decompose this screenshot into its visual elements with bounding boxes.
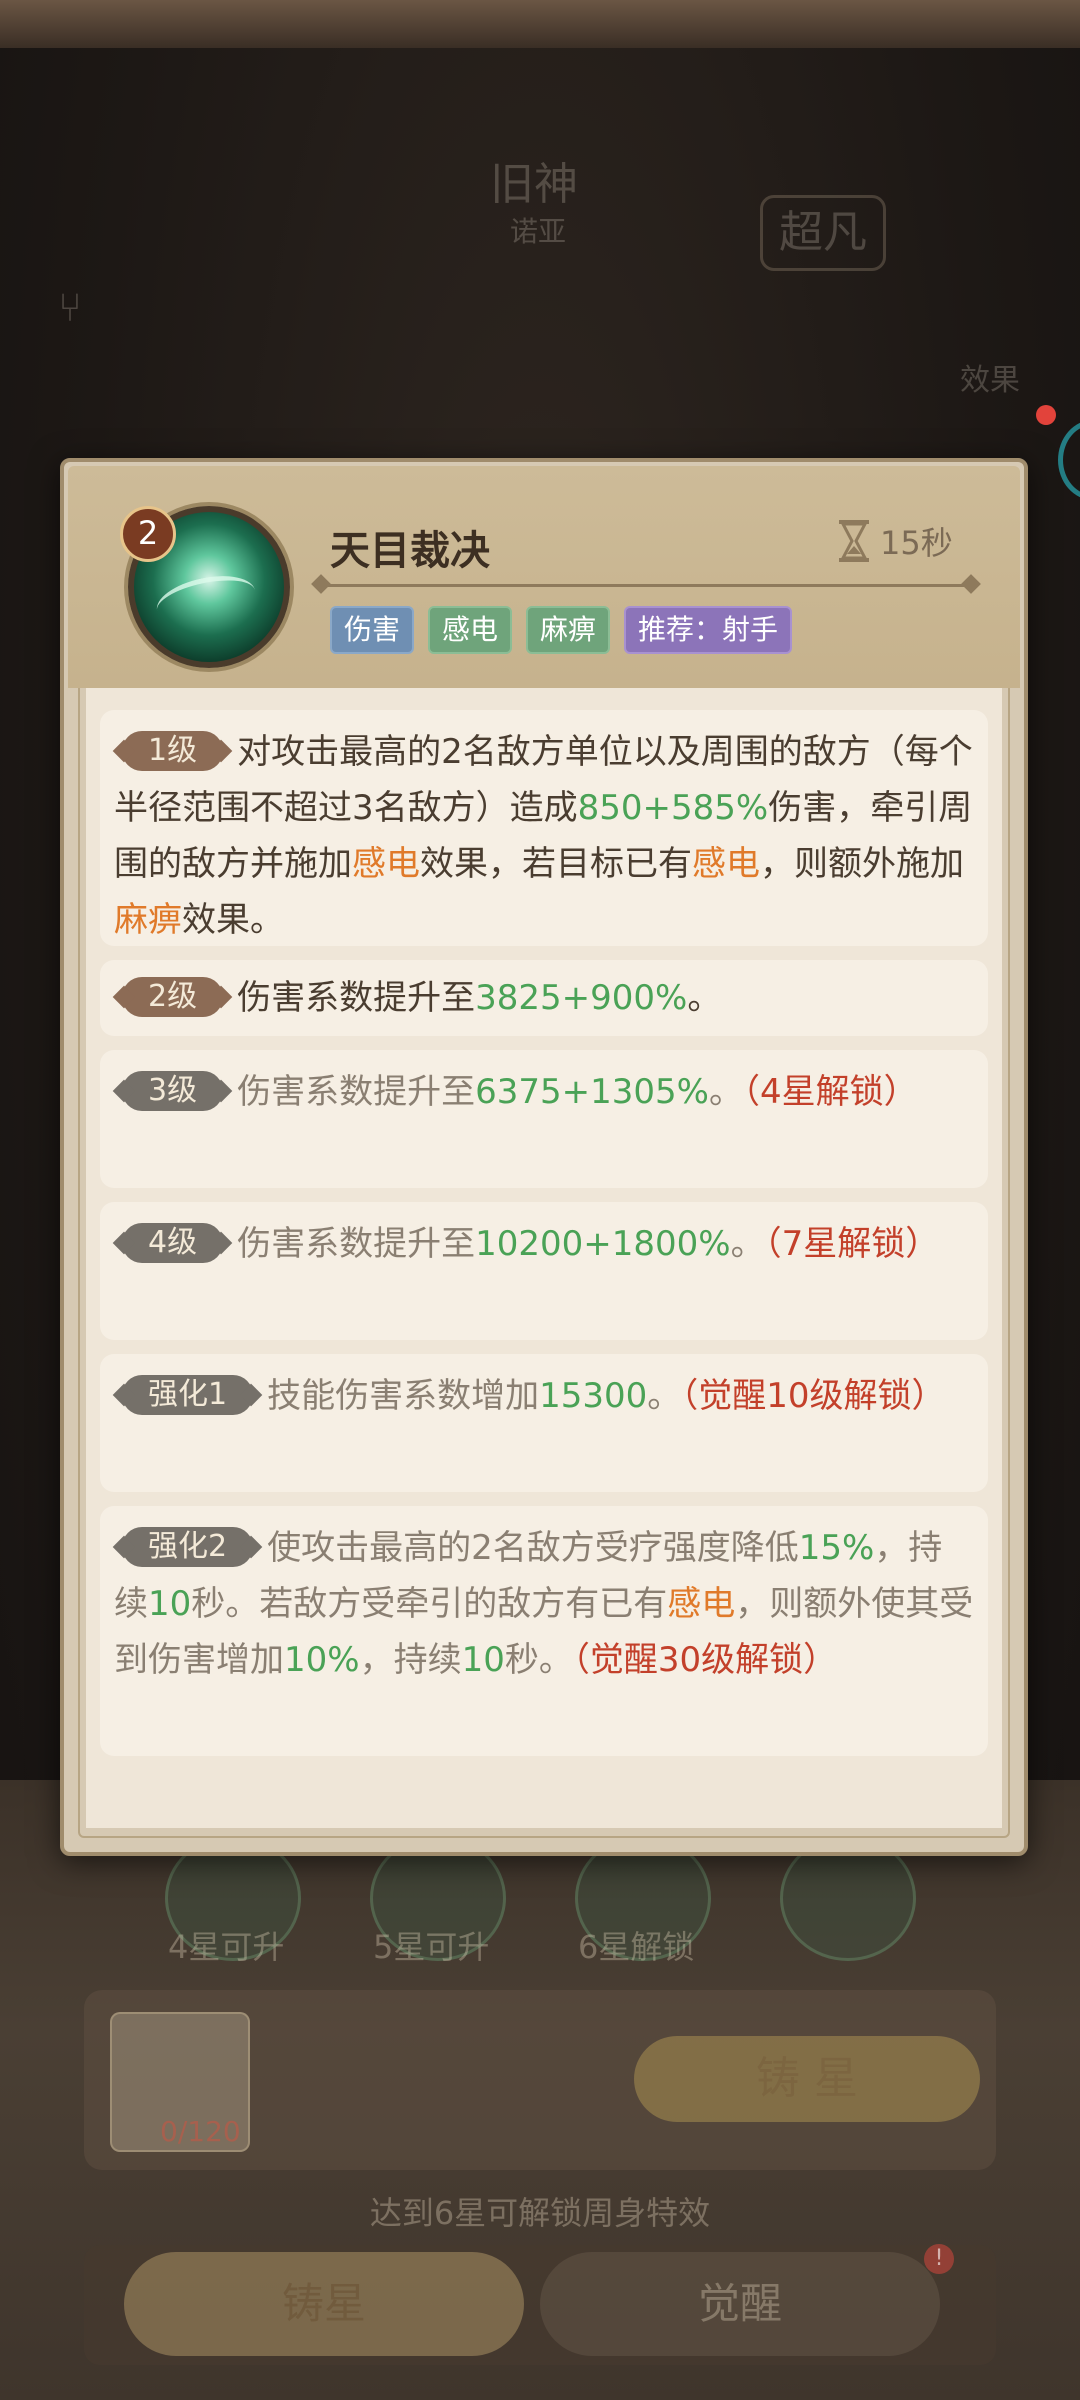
keyword-paralyze: 麻痹 [114, 900, 182, 940]
level-entry-2: 2级 伤害系数提升至3825+900%。 [100, 960, 988, 1036]
awaken-alert-badge: ! [924, 2244, 954, 2274]
notification-dot [1036, 405, 1056, 425]
unlock-condition: （7星解锁） [764, 1224, 940, 1264]
title-divider [324, 584, 976, 587]
level-pill: 2级 [122, 976, 224, 1017]
enhance-entry-2: 强化2 使攻击最高的2名敌方受疗强度降低15%，持续10秒。若敌方受牵引的敌方有已… [100, 1506, 988, 1756]
level-entry-1-text: 1级 对攻击最高的2名敌方单位以及周围的敌方（每个半径范围不超过3名敌方）造成85… [114, 730, 973, 940]
unlock-condition: （觉醒30级解锁） [572, 1640, 838, 1680]
divider-ornament-left [311, 574, 331, 594]
level-entry-2-text: 2级 伤害系数提升至3825+900%。 [114, 970, 974, 1026]
tab-awaken[interactable]: 觉醒 [540, 2252, 940, 2356]
level-entry-1: 1级 对攻击最高的2名敌方单位以及周围的敌方（每个半径范围不超过3名敌方）造成85… [100, 710, 988, 946]
cooldown: 15秒 [836, 518, 953, 564]
enhance-entry-1-text: 强化1 技能伤害系数增加15300。（觉醒10级解锁） [114, 1368, 974, 1424]
level-entry-3: 3级 伤害系数提升至6375+1305%。（4星解锁） [100, 1050, 988, 1188]
skill-tags: 伤害 感电 麻痹 推荐：射手 [330, 606, 793, 654]
level-pill: 3级 [122, 1070, 224, 1111]
hero-title: 旧神 [490, 159, 578, 210]
keyword-shock: 感电 [667, 1584, 736, 1624]
skill-slot-2-label: 5星可升 [373, 1928, 490, 1966]
level-entry-3-text: 3级 伤害系数提升至6375+1305%。（4星解锁） [114, 1064, 974, 1120]
tab-forge-star[interactable]: 铸星 [124, 2252, 524, 2356]
skill-name: 天目裁决 [330, 527, 490, 574]
enhance-entry-2-text: 强化2 使攻击最高的2名敌方受疗强度降低15%，持续10秒。若敌方受牵引的敌方有已… [114, 1526, 974, 1680]
hero-rarity-stamp: 超凡 [760, 195, 886, 271]
tag-paralyze: 麻痹 [526, 606, 611, 654]
enhance-pill: 强化2 [122, 1526, 254, 1567]
top-banner [0, 0, 1080, 48]
level-entry-4: 4级 伤害系数提升至10200+1800%。（7星解锁） [100, 1202, 988, 1340]
enhance-pill: 强化1 [122, 1374, 254, 1415]
hourglass-icon [839, 520, 869, 562]
fragment-count: 0/120 [160, 2115, 241, 2148]
skill-detail-card: 2 天目裁决 15秒 伤害 感电 麻痹 推荐：射手 1级 对攻击最高的2名敌方单位… [60, 458, 1028, 1856]
skill-level-badge: 2 [120, 506, 176, 562]
keyword-shock: 感电 [352, 844, 420, 884]
level-entry-4-text: 4级 伤害系数提升至10200+1800%。（7星解锁） [114, 1216, 974, 1272]
tag-recommend: 推荐：射手 [624, 606, 793, 654]
skill-header: 2 天目裁决 15秒 伤害 感电 麻痹 推荐：射手 [68, 466, 1020, 688]
keyword-shock: 感电 [692, 844, 760, 884]
unlock-hint: 达到6星可解锁周身特效 [369, 2194, 711, 2232]
enhance-entry-1: 强化1 技能伤害系数增加15300。（觉醒10级解锁） [100, 1354, 988, 1492]
hero-subtitle: 诺亚 [510, 215, 567, 248]
divider-ornament-right [961, 574, 981, 594]
tag-shock: 感电 [428, 606, 513, 654]
forge-star-button[interactable]: 铸 星 [634, 2036, 980, 2122]
tag-damage: 伤害 [330, 606, 415, 654]
skill-slot-3-label: 6星解锁 [578, 1928, 695, 1966]
level-pill: 1级 [122, 730, 224, 771]
cooldown-text: 15秒 [880, 524, 953, 562]
share-icon[interactable]: ⑂ [58, 285, 82, 331]
effect-button[interactable]: 效果 [960, 355, 1020, 399]
skill-levels-list[interactable]: 1级 对攻击最高的2名敌方单位以及周围的敌方（每个半径范围不超过3名敌方）造成85… [86, 688, 1002, 1828]
unlock-condition: （觉醒10级解锁） [681, 1376, 946, 1416]
skill-slot-1-label: 4星可升 [168, 1928, 285, 1966]
level-pill: 4级 [122, 1222, 224, 1263]
unlock-condition: （4星解锁） [742, 1072, 918, 1112]
